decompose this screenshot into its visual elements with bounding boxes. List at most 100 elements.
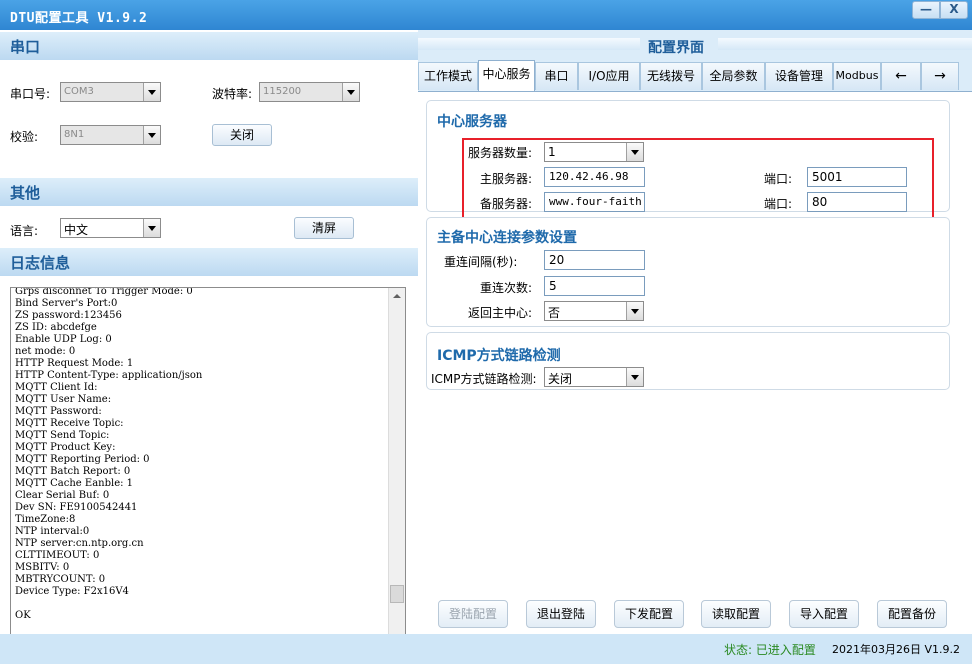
log-line: MQTT Client Id: bbox=[15, 382, 98, 393]
config-title-bar: 配置界面 bbox=[418, 34, 972, 56]
language-select[interactable]: 中文 bbox=[60, 218, 161, 238]
config-tabs: 工作模式 中心服务 串口 I/O应用 无线拨号 全局参数 设备管理 Modbus… bbox=[418, 60, 972, 92]
backup-server-input[interactable]: www.four-faith.c bbox=[544, 192, 645, 212]
baud-select[interactable]: 115200 bbox=[259, 82, 360, 102]
chevron-down-icon[interactable] bbox=[342, 83, 359, 101]
log-last-line: OK bbox=[15, 610, 31, 621]
log-line: NTP server:cn.ntp.org.cn bbox=[15, 538, 144, 549]
backup-server-label: 备服务器: bbox=[480, 197, 533, 211]
arrow-right-icon[interactable]: → bbox=[921, 62, 959, 90]
log-line: MQTT Send Topic: bbox=[15, 430, 110, 441]
log-line: HTTP Content-Type: application/json bbox=[15, 370, 203, 381]
return-main-select[interactable]: 否 bbox=[544, 301, 644, 321]
scroll-up-arrow-icon[interactable] bbox=[389, 288, 405, 304]
tab-device-management[interactable]: 设备管理 bbox=[765, 62, 833, 90]
title-bar: DTU配置工具 V1.9.2 — X bbox=[0, 0, 972, 30]
reconnect-group: 主备中心连接参数设置 重连间隔(秒): 20 重连次数: 5 返回主中心: 否 bbox=[426, 217, 950, 327]
center-server-title: 中心服务器 bbox=[437, 114, 507, 130]
parity-value: 8N1 bbox=[64, 129, 85, 140]
port-label: 串口号: bbox=[10, 87, 51, 101]
port-value: COM3 bbox=[64, 86, 94, 97]
language-label: 语言: bbox=[10, 224, 39, 238]
tab-global-params[interactable]: 全局参数 bbox=[702, 62, 765, 90]
tab-io[interactable]: I/O应用 bbox=[578, 62, 640, 90]
icmp-group: ICMP方式链路检测 ICMP方式链路检测: 关闭 bbox=[426, 332, 950, 390]
log-line: Dev SN: FE9100542441 bbox=[15, 502, 138, 513]
language-value: 中文 bbox=[64, 223, 89, 237]
backup-port-label: 端口: bbox=[764, 197, 793, 211]
log-line: TimeZone:8 bbox=[15, 514, 76, 525]
log-section-header: 日志信息 bbox=[0, 248, 418, 276]
reconnect-title: 主备中心连接参数设置 bbox=[437, 230, 577, 246]
return-main-value: 否 bbox=[548, 306, 561, 320]
chevron-down-icon[interactable] bbox=[143, 219, 160, 237]
window-title: DTU配置工具 V1.9.2 bbox=[10, 11, 148, 26]
log-lines: Grps disconnet To Trigger Mode: 0 Bind Se… bbox=[15, 288, 203, 598]
icmp-select[interactable]: 关闭 bbox=[544, 367, 644, 387]
serial-close-button[interactable]: 关闭 bbox=[212, 124, 272, 146]
chevron-down-icon[interactable] bbox=[626, 302, 643, 320]
tab-serial[interactable]: 串口 bbox=[535, 62, 578, 90]
backup-config-button[interactable]: 配置备份 bbox=[877, 600, 947, 628]
arrow-left-icon[interactable]: ← bbox=[881, 62, 921, 90]
icmp-label: ICMP方式链路检测: bbox=[431, 372, 537, 386]
tab-work-mode[interactable]: 工作模式 bbox=[418, 62, 478, 90]
clear-screen-button[interactable]: 清屏 bbox=[294, 217, 354, 239]
tab-modbus[interactable]: Modbus bbox=[833, 62, 881, 90]
main-port-input[interactable]: 5001 bbox=[807, 167, 907, 187]
baud-label: 波特率: bbox=[212, 87, 253, 101]
config-panel: 中心服务器 服务器数量: 1 主服务器: 120.42.46.98 端口: 50… bbox=[418, 91, 972, 634]
parity-label: 校验: bbox=[10, 130, 39, 144]
reconnect-count-label: 重连次数: bbox=[480, 281, 533, 295]
chevron-down-icon[interactable] bbox=[143, 83, 160, 101]
log-line: Clear Serial Buf: 0 bbox=[15, 490, 110, 501]
scroll-thumb[interactable] bbox=[390, 585, 404, 603]
log-line: HTTP Request Mode: 1 bbox=[15, 358, 134, 369]
status-bar: 状态: 已进入配置 2021年03月26日 V1.9.2 bbox=[0, 634, 972, 664]
logout-button[interactable]: 退出登陆 bbox=[526, 600, 596, 628]
backup-port-input[interactable]: 80 bbox=[807, 192, 907, 212]
close-button[interactable]: X bbox=[940, 1, 968, 19]
import-config-button[interactable]: 导入配置 bbox=[789, 600, 859, 628]
log-line: NTP interval:0 bbox=[15, 526, 90, 537]
server-count-select[interactable]: 1 bbox=[544, 142, 644, 162]
log-line: ZS password:123456 bbox=[15, 310, 122, 321]
log-line: Bind Server's Port:0 bbox=[15, 298, 118, 309]
log-line: CLTTIMEOUT: 0 bbox=[15, 550, 100, 561]
parity-select[interactable]: 8N1 bbox=[60, 125, 161, 145]
minimize-button[interactable]: — bbox=[912, 1, 940, 19]
center-server-group: 中心服务器 服务器数量: 1 主服务器: 120.42.46.98 端口: 50… bbox=[426, 100, 950, 224]
log-line: MSBITV: 0 bbox=[15, 562, 70, 573]
main-server-label: 主服务器: bbox=[480, 172, 533, 186]
icmp-title: ICMP方式链路检测 bbox=[437, 348, 561, 364]
tab-center-service[interactable]: 中心服务 bbox=[478, 60, 535, 92]
log-textarea[interactable]: Grps disconnet To Trigger Mode: 0 Bind Se… bbox=[10, 287, 406, 652]
reconnect-interval-label: 重连间隔(秒): bbox=[444, 255, 518, 269]
login-config-button[interactable]: 登陆配置 bbox=[438, 600, 508, 628]
log-line: MQTT Reporting Period: 0 bbox=[15, 454, 150, 465]
log-line: MQTT Password: bbox=[15, 406, 102, 417]
log-scrollbar[interactable] bbox=[388, 288, 405, 651]
log-line: MQTT Product Key: bbox=[15, 442, 116, 453]
tab-wireless-dial[interactable]: 无线拨号 bbox=[640, 62, 702, 90]
log-line: MBTRYCOUNT: 0 bbox=[15, 574, 106, 585]
other-section-header: 其他 bbox=[0, 178, 418, 206]
left-pane: 串口 串口号: COM3 波特率: 115200 校验: 8N1 关闭 其他 语… bbox=[0, 30, 418, 652]
read-config-button[interactable]: 读取配置 bbox=[701, 600, 771, 628]
chevron-down-icon[interactable] bbox=[626, 368, 643, 386]
log-line: Device Type: F2x16V4 bbox=[15, 586, 129, 597]
log-line: MQTT User Name: bbox=[15, 394, 112, 405]
chevron-down-icon[interactable] bbox=[626, 143, 643, 161]
right-pane: 配置界面 工作模式 中心服务 串口 I/O应用 无线拨号 全局参数 设备管理 M… bbox=[418, 30, 972, 634]
reconnect-interval-input[interactable]: 20 bbox=[544, 250, 645, 270]
status-text: 状态: 已进入配置 bbox=[724, 643, 816, 657]
date-version-text: 2021年03月26日 V1.9.2 bbox=[832, 643, 960, 656]
log-line: MQTT Receive Topic: bbox=[15, 418, 124, 429]
log-line: ZS ID: abcdefge bbox=[15, 322, 97, 333]
chevron-down-icon[interactable] bbox=[143, 126, 160, 144]
config-title: 配置界面 bbox=[648, 40, 704, 56]
send-config-button[interactable]: 下发配置 bbox=[614, 600, 684, 628]
port-select[interactable]: COM3 bbox=[60, 82, 161, 102]
reconnect-count-input[interactable]: 5 bbox=[544, 276, 645, 296]
main-server-input[interactable]: 120.42.46.98 bbox=[544, 167, 645, 187]
